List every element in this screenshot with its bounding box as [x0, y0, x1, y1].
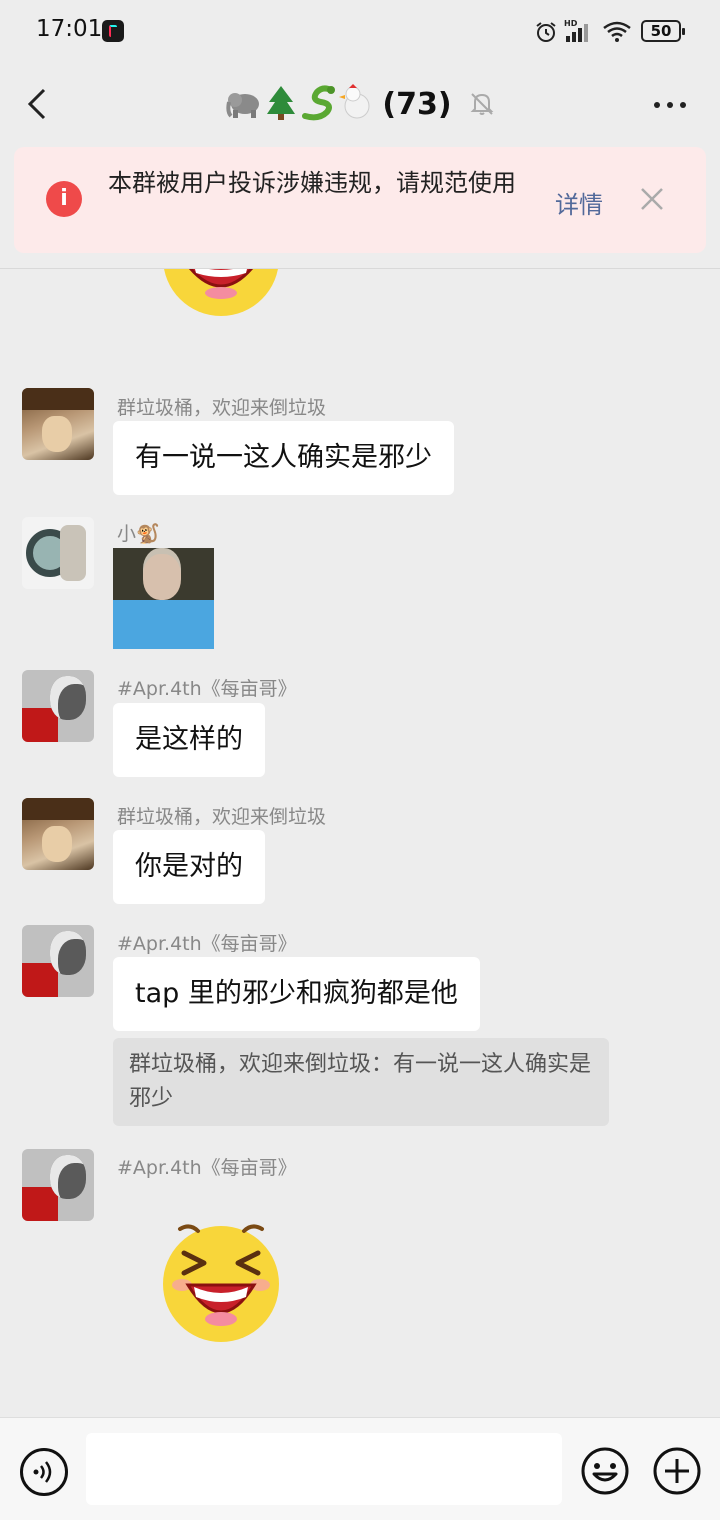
more-dots-icon[interactable] [650, 94, 690, 114]
message-input[interactable] [86, 1433, 562, 1505]
laughing-emoji-sticker[interactable] [160, 269, 282, 319]
battery-icon: 50 [641, 20, 685, 42]
notice-text: 本群被用户投诉涉嫌违规，请规范使用 [108, 169, 516, 197]
message-bubble[interactable]: 你是对的 [113, 830, 265, 904]
page-title: (73) [0, 82, 720, 126]
close-icon[interactable] [638, 185, 666, 213]
violation-notice-banner: i 本群被用户投诉涉嫌违规，请规范使用 详情 [14, 147, 706, 253]
input-bar [0, 1417, 720, 1520]
chat-message-list[interactable]: 群垃圾桶，欢迎来倒垃圾 有一说一这人确实是邪少 小🐒 #Apr.4th《每亩哥》… [0, 269, 720, 1417]
notice-detail-link[interactable]: 详情 [555, 185, 603, 220]
title-member-count: (73) [382, 86, 452, 122]
mute-bell-icon [470, 93, 494, 115]
warning-icon: i [46, 181, 82, 217]
image-message[interactable] [113, 548, 214, 649]
voice-icon[interactable] [20, 1448, 68, 1496]
wifi-icon [603, 21, 631, 42]
message-bubble[interactable]: tap 里的邪少和疯狗都是他 [113, 957, 480, 1031]
tiktok-app-icon [102, 20, 124, 42]
message-bubble[interactable]: 是这样的 [113, 703, 265, 777]
avatar[interactable] [22, 798, 94, 870]
chat-header: (73) [0, 64, 720, 146]
sender-name: #Apr.4th《每亩哥》 [117, 678, 297, 700]
plus-icon[interactable] [652, 1446, 702, 1496]
sender-name: 小🐒 [117, 523, 160, 545]
status-time: 17:01 [36, 16, 103, 42]
sender-name: #Apr.4th《每亩哥》 [117, 933, 297, 955]
avatar[interactable] [22, 388, 94, 460]
status-bar: 17:01 HD 50 [0, 0, 720, 64]
sender-name: 群垃圾桶，欢迎来倒垃圾 [117, 397, 327, 419]
emoji-icon[interactable] [580, 1446, 630, 1496]
avatar[interactable] [22, 670, 94, 742]
avatar[interactable] [22, 517, 94, 589]
hd-signal-icon: HD [564, 19, 588, 42]
laughing-emoji-sticker[interactable] [160, 1223, 282, 1345]
avatar[interactable] [22, 1149, 94, 1221]
title-emoji [225, 82, 375, 126]
message-bubble[interactable]: 有一说一这人确实是邪少 [113, 421, 454, 495]
avatar[interactable] [22, 925, 94, 997]
alarm-icon [536, 22, 556, 42]
quoted-message[interactable]: 群垃圾桶，欢迎来倒垃圾：有一说一这人确实是邪少 [113, 1038, 609, 1126]
sender-name: #Apr.4th《每亩哥》 [117, 1157, 297, 1179]
svg-text:HD: HD [564, 19, 578, 28]
sender-name: 群垃圾桶，欢迎来倒垃圾 [117, 806, 327, 828]
